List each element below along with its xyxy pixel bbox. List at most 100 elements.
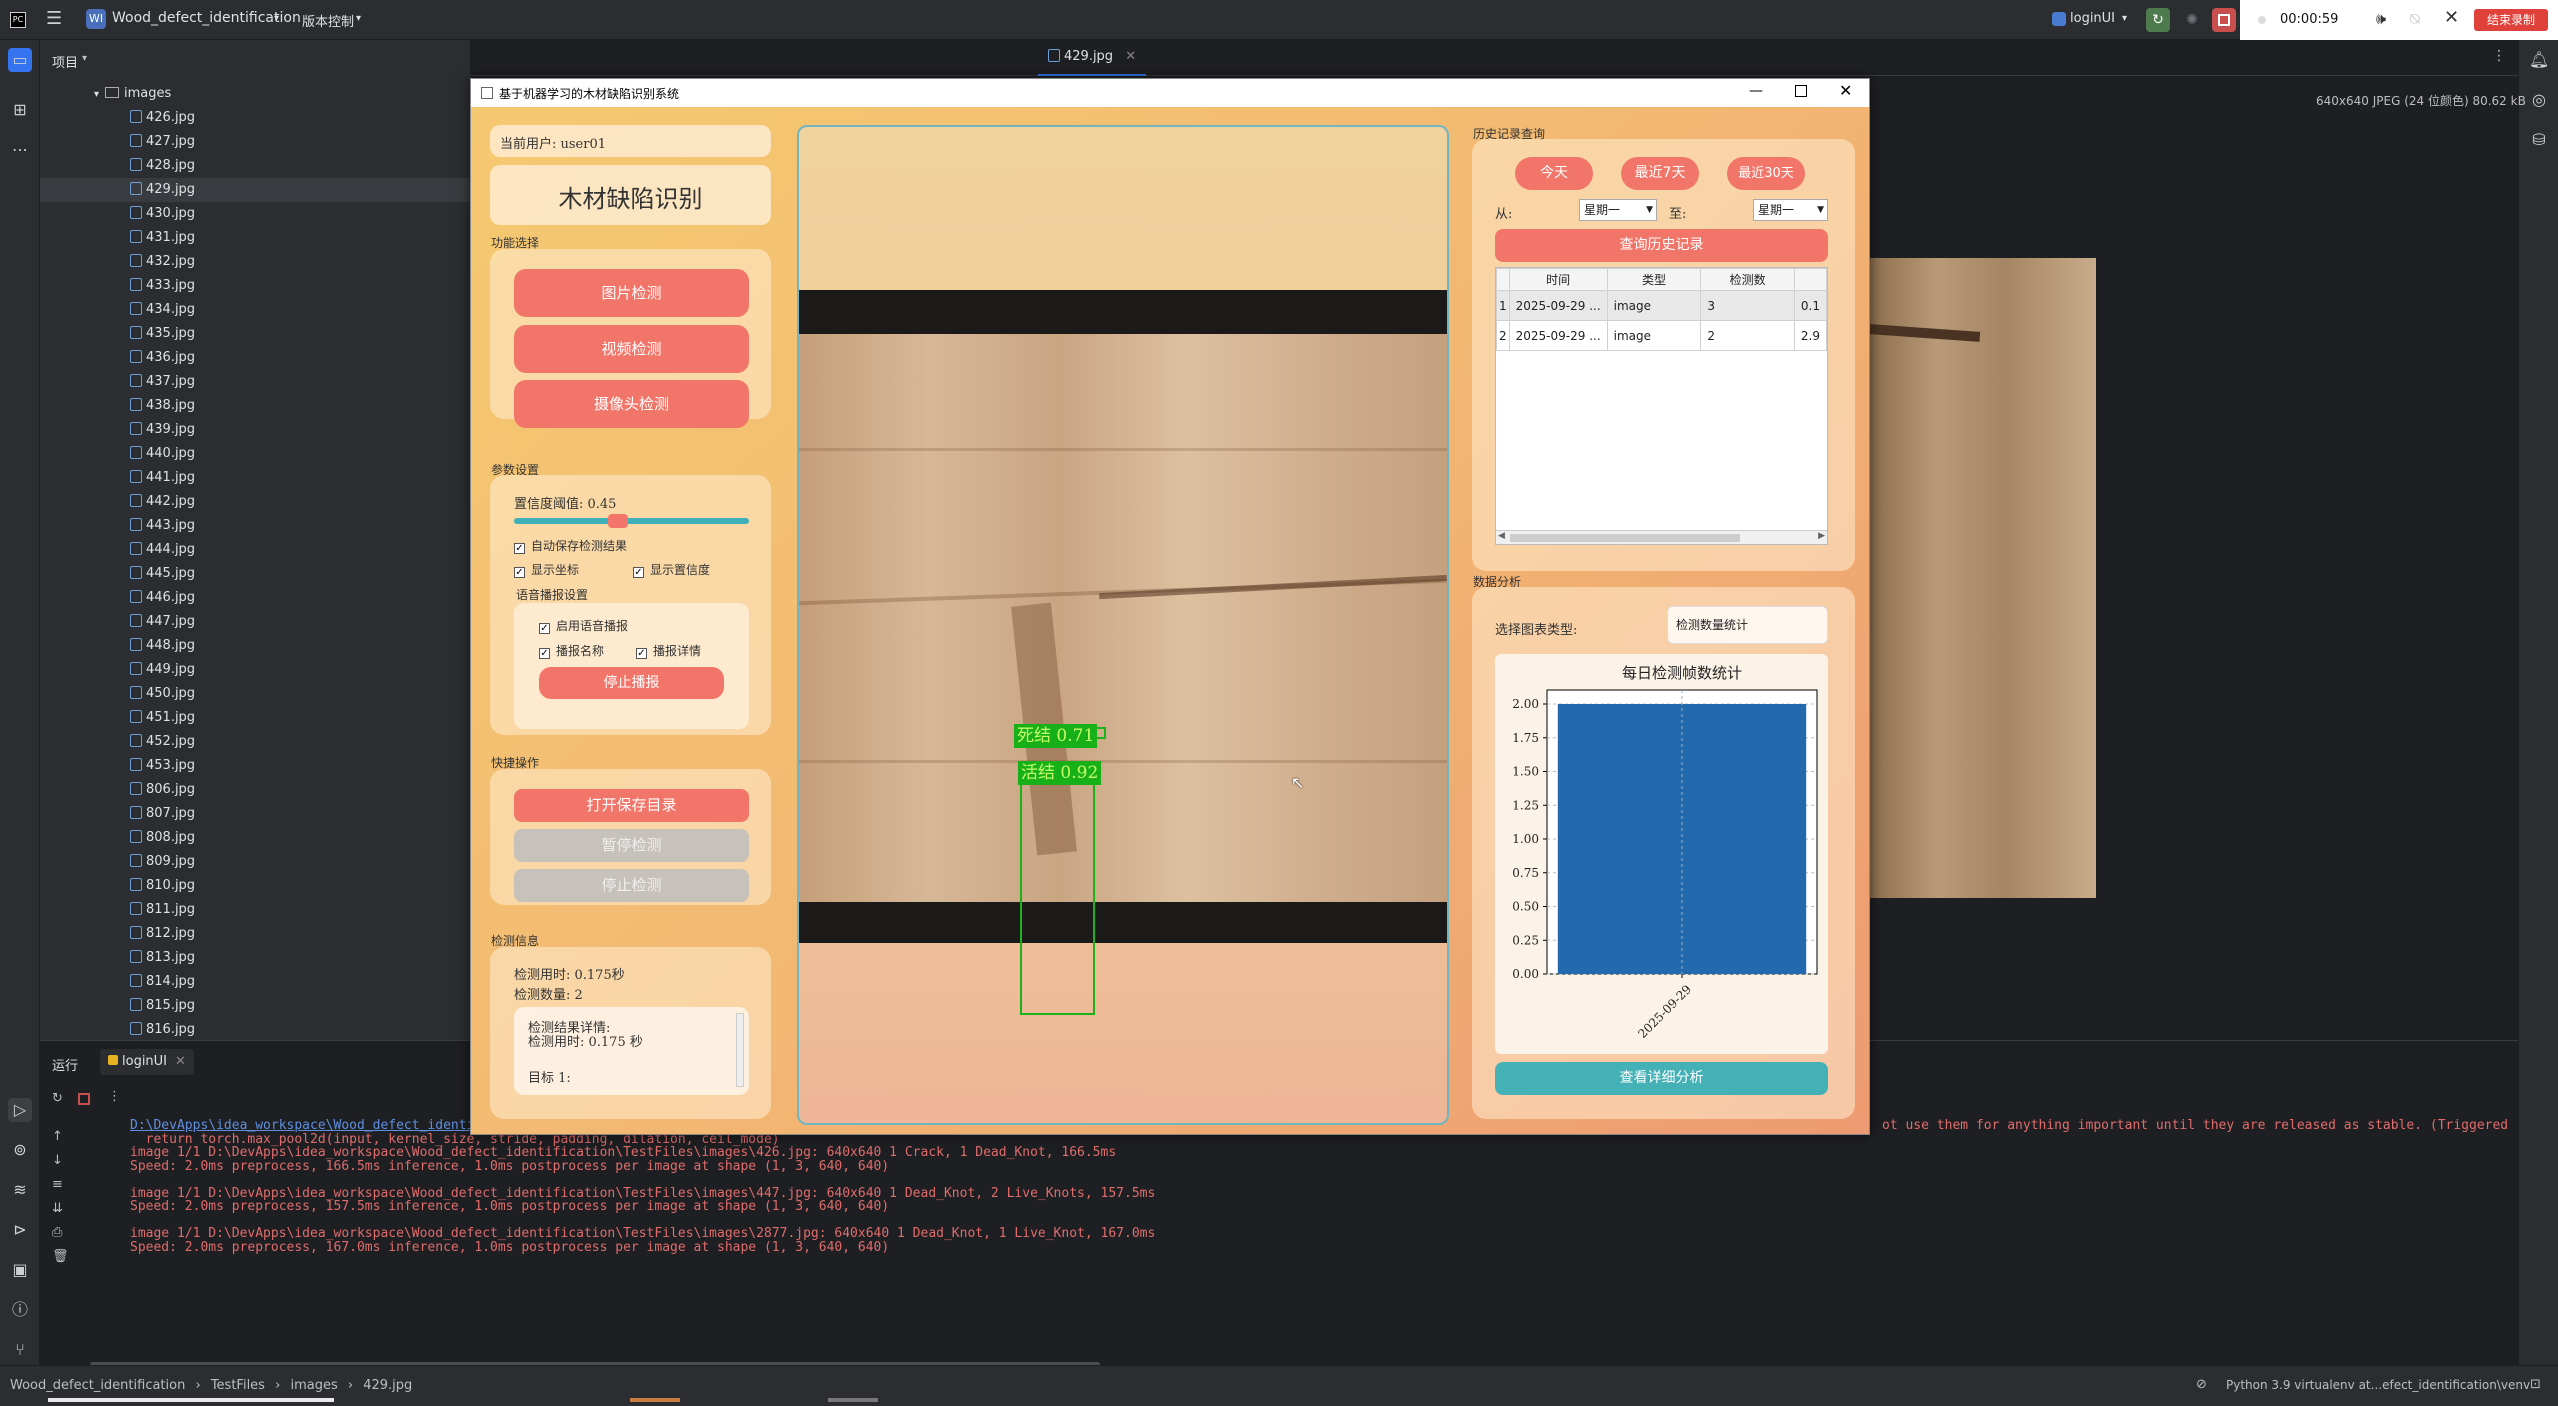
python-packages-icon[interactable]: ⊚ bbox=[8, 1138, 32, 1162]
close-window-icon[interactable]: ✕ bbox=[1839, 81, 1852, 100]
tree-file-item[interactable]: 434.jpg bbox=[40, 298, 470, 322]
rerun-icon[interactable]: ↻ bbox=[2146, 8, 2170, 32]
checkbox-check-icon[interactable]: ✓ bbox=[514, 543, 525, 554]
scroll-right-icon[interactable]: ▶ bbox=[1818, 531, 1825, 541]
run-config-chevron-icon[interactable]: ▾ bbox=[2122, 13, 2127, 24]
pause-detect-button[interactable]: 暂停检测 bbox=[514, 829, 749, 862]
query-history-button[interactable]: 查询历史记录 bbox=[1495, 229, 1828, 262]
tree-file-item[interactable]: 815.jpg bbox=[40, 994, 470, 1018]
crumb-images[interactable]: images bbox=[290, 1378, 337, 1393]
video-detect-button[interactable]: 视频检测 bbox=[514, 325, 749, 373]
from-date-select[interactable]: 星期一 ▼ bbox=[1579, 199, 1657, 221]
terminal-icon[interactable]: ▣ bbox=[8, 1258, 32, 1282]
tree-file-item[interactable]: 807.jpg bbox=[40, 802, 470, 826]
project-chevron-icon[interactable]: ▾ bbox=[274, 13, 279, 24]
table-hscrollbar[interactable]: ◀ ▶ bbox=[1496, 530, 1827, 544]
crumb-project[interactable]: Wood_defect_identification bbox=[10, 1378, 185, 1393]
project-panel-title[interactable]: 项目 bbox=[52, 52, 78, 71]
tree-file-item[interactable]: 811.jpg bbox=[40, 898, 470, 922]
camera-detect-button[interactable]: 摄像头检测 bbox=[514, 380, 749, 428]
show-conf-checkbox[interactable]: ✓ 显示置信度 bbox=[633, 561, 710, 578]
vcs-menu[interactable]: 版本控制 bbox=[302, 11, 354, 30]
services-icon[interactable]: ⊳ bbox=[8, 1218, 32, 1242]
trash-icon[interactable]: 🗑︎ bbox=[52, 1249, 69, 1264]
editor-tab[interactable]: 429.jpg ✕ bbox=[1038, 40, 1147, 76]
tree-file-item[interactable]: 440.jpg bbox=[40, 442, 470, 466]
stop-voice-button[interactable]: 停止播报 bbox=[539, 667, 724, 699]
conf-slider-handle[interactable] bbox=[607, 514, 628, 528]
tree-file-item[interactable]: 448.jpg bbox=[40, 634, 470, 658]
last-7-days-button[interactable]: 最近7天 bbox=[1621, 157, 1699, 190]
voice-name-checkbox[interactable]: ✓ 播报名称 bbox=[539, 642, 604, 659]
image-detect-button[interactable]: 图片检测 bbox=[514, 269, 749, 317]
to-date-select[interactable]: 星期一 ▼ bbox=[1753, 199, 1828, 221]
table-header-type[interactable]: 类型 bbox=[1606, 268, 1702, 291]
notifications-icon[interactable]: 🔔︎ bbox=[2527, 48, 2551, 72]
table-row[interactable]: 1 2025-09-29 ... image 3 0.1 bbox=[1496, 290, 1827, 321]
cell-count[interactable]: 2 bbox=[1700, 320, 1795, 351]
tree-file-item[interactable]: 812.jpg bbox=[40, 922, 470, 946]
print-icon[interactable]: ⎙ bbox=[52, 1225, 62, 1240]
tree-file-item[interactable]: 816.jpg bbox=[40, 1018, 470, 1042]
tree-file-item[interactable]: 445.jpg bbox=[40, 562, 470, 586]
tree-file-item[interactable]: 806.jpg bbox=[40, 778, 470, 802]
tree-file-item[interactable]: 810.jpg bbox=[40, 874, 470, 898]
autosave-checkbox[interactable]: ✓ 自动保存检测结果 bbox=[514, 537, 627, 554]
tree-file-item[interactable]: 446.jpg bbox=[40, 586, 470, 610]
run-more-icon[interactable]: ⋮ bbox=[108, 1089, 121, 1104]
tree-file-item[interactable]: 449.jpg bbox=[40, 658, 470, 682]
tree-file-item[interactable]: 808.jpg bbox=[40, 826, 470, 850]
chart-type-select[interactable]: 检测数量统计 bbox=[1667, 606, 1828, 644]
tree-file-item[interactable]: 443.jpg bbox=[40, 514, 470, 538]
tree-file-item[interactable]: 429.jpg bbox=[40, 178, 470, 202]
cell-count[interactable]: 3 bbox=[1700, 290, 1795, 321]
structure-icon[interactable]: ⊞ bbox=[8, 98, 32, 122]
voice-detail-checkbox[interactable]: ✓ 播报详情 bbox=[636, 642, 701, 659]
last-30-days-button[interactable]: 最近30天 bbox=[1727, 157, 1805, 190]
table-header-time[interactable]: 时间 bbox=[1508, 268, 1608, 291]
tree-file-item[interactable]: 438.jpg bbox=[40, 394, 470, 418]
detail-scrollbar[interactable] bbox=[736, 1013, 744, 1087]
cell-time[interactable]: 2025-09-29 ... bbox=[1508, 290, 1608, 321]
lock-icon[interactable]: ⊡ bbox=[2530, 1377, 2541, 1392]
cell-type[interactable]: image bbox=[1606, 320, 1702, 351]
tree-file-item[interactable]: 439.jpg bbox=[40, 418, 470, 442]
tree-file-item[interactable]: 441.jpg bbox=[40, 466, 470, 490]
tab-close-icon[interactable]: ✕ bbox=[1125, 49, 1136, 64]
tree-file-item[interactable]: 433.jpg bbox=[40, 274, 470, 298]
tree-file-item[interactable]: 435.jpg bbox=[40, 322, 470, 346]
database-icon[interactable]: ⛁ bbox=[2527, 128, 2551, 152]
git-icon[interactable]: ⑂ bbox=[8, 1338, 32, 1362]
tree-file-item[interactable]: 431.jpg bbox=[40, 226, 470, 250]
tree-file-item[interactable]: 447.jpg bbox=[40, 610, 470, 634]
tree-file-item[interactable]: 432.jpg bbox=[40, 250, 470, 274]
show-coords-checkbox[interactable]: ✓ 显示坐标 bbox=[514, 561, 579, 578]
run-config-tab[interactable]: loginUI ✕ bbox=[100, 1049, 194, 1075]
mute-icon[interactable]: ⍉ bbox=[2410, 9, 2420, 29]
checkbox-check-icon[interactable]: ✓ bbox=[636, 648, 647, 659]
layers-icon[interactable]: ≋ bbox=[8, 1178, 32, 1202]
tree-file-item[interactable]: 427.jpg bbox=[40, 130, 470, 154]
scroll-up-icon[interactable]: ↑ bbox=[52, 1129, 63, 1144]
stop-small-icon[interactable] bbox=[78, 1093, 90, 1105]
editor-options-icon[interactable]: ⋮ bbox=[2492, 48, 2506, 64]
crumb-file[interactable]: 429.jpg bbox=[363, 1378, 412, 1393]
tree-file-item[interactable]: 444.jpg bbox=[40, 538, 470, 562]
table-row[interactable]: 2 2025-09-29 ... image 2 2.9 bbox=[1496, 320, 1827, 351]
detail-textbox[interactable]: 检测结果详情: 检测用时: 0.175 秒 目标 1: bbox=[514, 1007, 749, 1095]
main-menu-icon[interactable]: ☰ bbox=[46, 10, 66, 28]
stop-icon[interactable] bbox=[2212, 8, 2236, 32]
tree-file-item[interactable]: 813.jpg bbox=[40, 946, 470, 970]
run-tab-close-icon[interactable]: ✕ bbox=[175, 1054, 186, 1069]
tree-file-item[interactable]: 442.jpg bbox=[40, 490, 470, 514]
tree-file-item[interactable]: 437.jpg bbox=[40, 370, 470, 394]
problems-icon[interactable]: ⓘ bbox=[8, 1298, 32, 1322]
dropdown-arrow-icon[interactable]: ▼ bbox=[1817, 200, 1824, 220]
project-panel-chevron-icon[interactable]: ▾ bbox=[82, 53, 87, 64]
tree-file-item[interactable]: 426.jpg bbox=[40, 106, 470, 130]
checkbox-check-icon[interactable]: ✓ bbox=[633, 567, 644, 578]
tree-file-item[interactable]: 430.jpg bbox=[40, 202, 470, 226]
cell-time[interactable]: 2025-09-29 ... bbox=[1508, 320, 1608, 351]
checkbox-check-icon[interactable]: ✓ bbox=[539, 623, 550, 634]
run-panel-title[interactable]: 运行 bbox=[52, 1055, 78, 1074]
